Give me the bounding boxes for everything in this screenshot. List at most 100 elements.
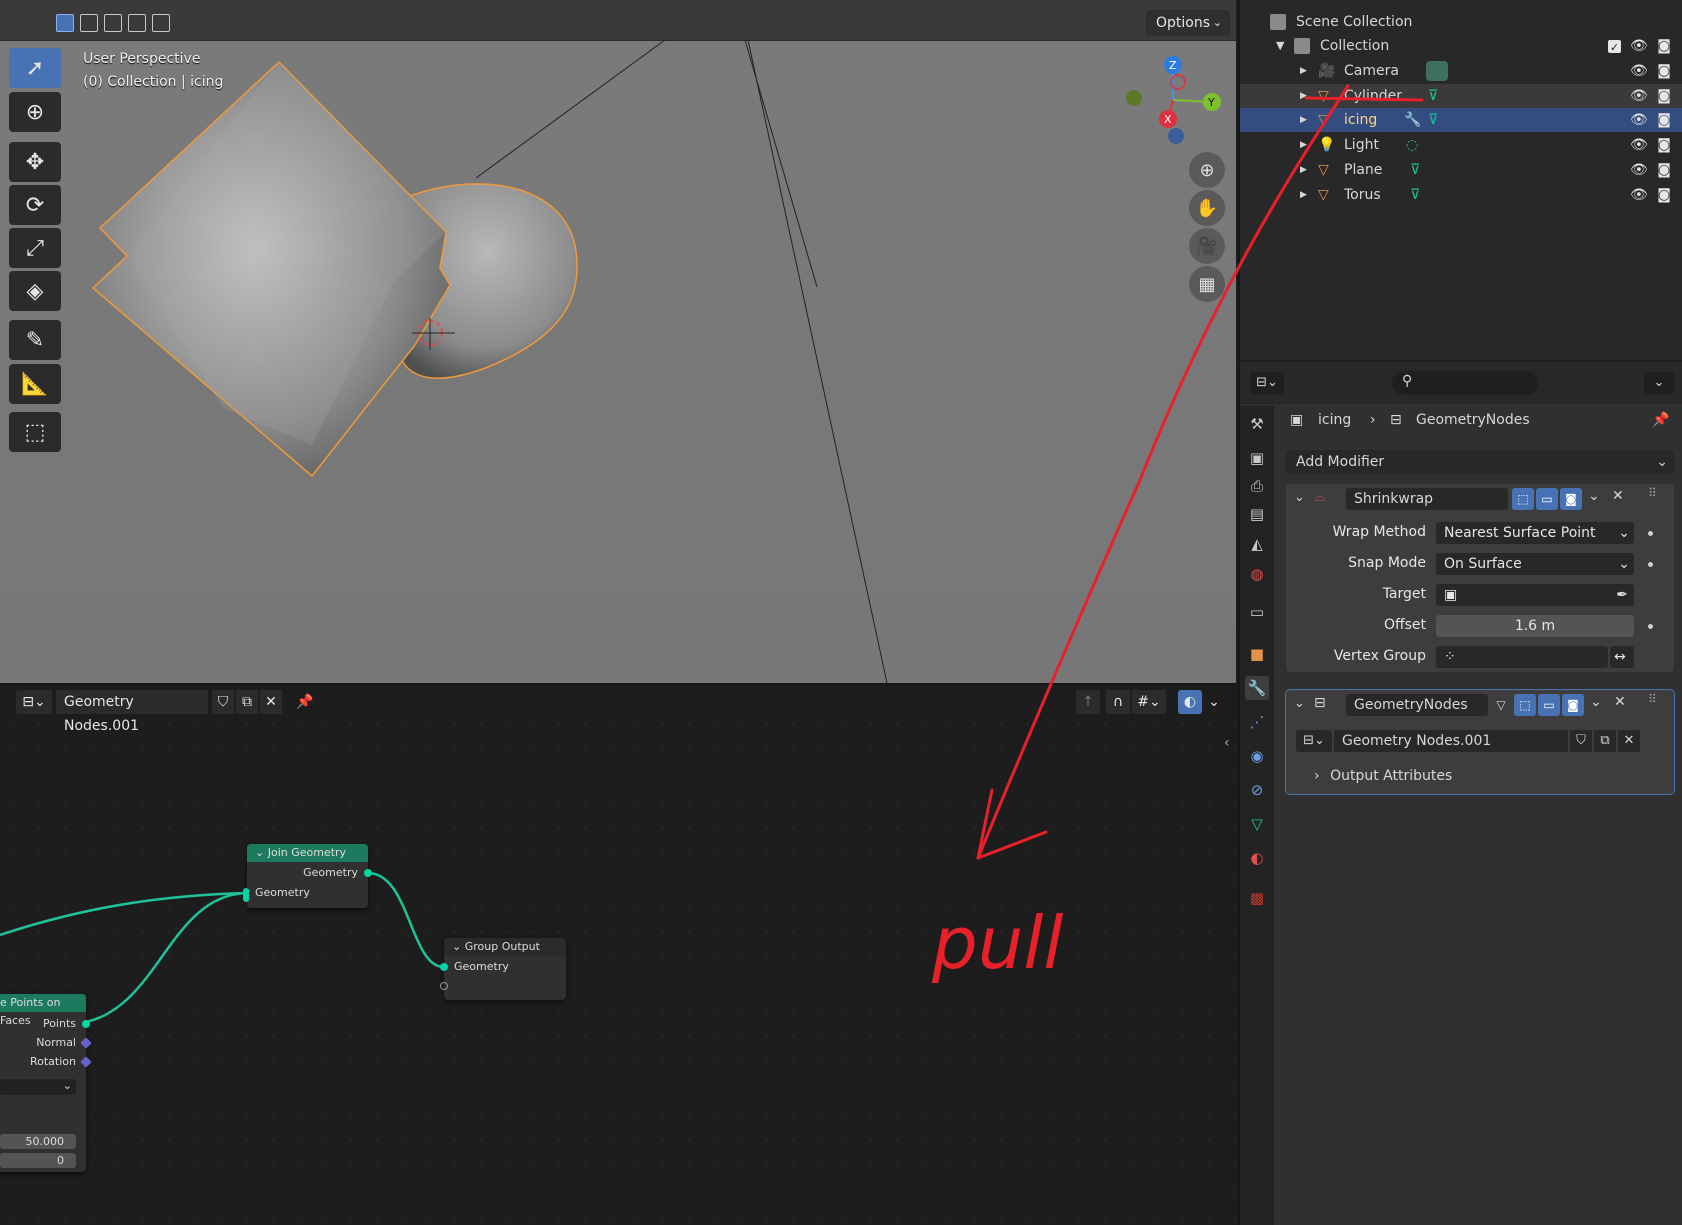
editor-type-dropdown[interactable]: ⊟⌄	[1250, 372, 1284, 394]
object-tab-icon[interactable]: ■	[1245, 642, 1269, 666]
drag-handle-icon[interactable]: ⠿	[1648, 486, 1657, 500]
join-input-socket[interactable]	[243, 888, 249, 902]
render-camera-icon[interactable]: ◙	[1656, 187, 1672, 203]
ortho-toggle-button[interactable]: ▦	[1189, 266, 1225, 302]
zoom-button[interactable]: ⊕	[1189, 152, 1225, 188]
join-geometry-header[interactable]: ⌄ Join Geometry	[247, 844, 368, 862]
texture-tab-icon[interactable]: ▩	[1245, 886, 1269, 910]
cursor-tool[interactable]: ⊕	[9, 92, 61, 132]
collection-row[interactable]: ▼ Collection ✓ 👁 ◙	[1240, 34, 1682, 58]
node-editor[interactable]: ⊟⌄ Geometry Nodes.001 ⛉ ⧉ ✕ 📌 ↑ ∩ #⌄ ◐ ⌄…	[0, 685, 1236, 1225]
viewport-toggle-icon[interactable]: ▭	[1538, 694, 1560, 716]
collection-tab-icon[interactable]: ▭	[1245, 600, 1269, 624]
transform-tool[interactable]: ◈	[9, 271, 61, 311]
outliner[interactable]: Scene Collection ▼ Collection ✓ 👁 ◙ ▶ 🎥 …	[1238, 0, 1682, 360]
close-icon[interactable]: ✕	[1614, 694, 1626, 710]
eye-icon[interactable]: 👁	[1630, 63, 1648, 79]
fake-user-button[interactable]: ⛉	[1570, 730, 1592, 752]
render-camera-icon[interactable]: ◙	[1656, 38, 1672, 54]
eye-icon[interactable]: 👁	[1630, 112, 1648, 128]
camera-view-button[interactable]: 🎥	[1189, 228, 1225, 264]
world-tab-icon[interactable]: ◍	[1245, 562, 1269, 586]
checkbox-icon[interactable]: ✓	[1608, 40, 1621, 54]
join-output-socket[interactable]	[364, 869, 372, 877]
options-dropdown[interactable]: ⌄	[1644, 372, 1674, 394]
group-output-node[interactable]: ⌄ Group Output Geometry	[440, 938, 566, 1000]
distribute-points-node[interactable]: e Points on Faces Points Normal Rotation…	[0, 994, 92, 1172]
target-field[interactable]: ▣ ✒	[1436, 584, 1634, 606]
render-tab-icon[interactable]: ▣	[1245, 446, 1269, 470]
chevron-down-icon[interactable]: ⌄	[1294, 696, 1305, 711]
drag-handle-icon[interactable]: ⠿	[1648, 692, 1657, 706]
points-output-socket[interactable]	[82, 1020, 90, 1028]
group-output-socket[interactable]	[440, 963, 448, 971]
expand-triangle-icon[interactable]: ▶	[1300, 183, 1307, 207]
eye-icon[interactable]: 👁	[1630, 137, 1648, 153]
offset-field[interactable]: 1.6 m	[1436, 615, 1634, 637]
chevron-down-icon[interactable]: ⌄	[1294, 490, 1305, 505]
mesh-data-icon[interactable]: ⊽	[1428, 112, 1444, 128]
editmode-toggle-icon[interactable]: ⬚	[1512, 488, 1534, 510]
3d-viewport[interactable]: Options ⌄ User Perspective (0) Collectio…	[0, 0, 1236, 685]
wrap-method-dropdown[interactable]: Nearest Surface Point ⌄	[1436, 522, 1634, 544]
keyframe-dot[interactable]	[1648, 562, 1653, 567]
keyframe-dot[interactable]	[1648, 531, 1653, 536]
navigation-gizmo[interactable]: Z Y X	[1120, 52, 1230, 152]
sidebar-toggle-icon[interactable]: ‹	[1224, 735, 1230, 751]
constraints-tab-icon[interactable]: ⊘	[1245, 778, 1269, 802]
chevron-down-icon[interactable]: ⌄	[1590, 694, 1602, 710]
outliner-item-camera[interactable]: ▶ 🎥 Camera 👁 ◙	[1240, 59, 1682, 83]
properties-search-input[interactable]: ⚲	[1392, 371, 1538, 395]
mesh-data-icon[interactable]: ⊽	[1410, 187, 1426, 203]
pin-icon[interactable]: 📌	[1652, 406, 1669, 434]
outliner-item-cylinder[interactable]: ▶ ▽ Cylinder ⊽ 👁 ◙	[1240, 84, 1682, 108]
measure-tool[interactable]: 📐	[9, 364, 61, 404]
eye-icon[interactable]: 👁	[1630, 187, 1648, 203]
node-group-field[interactable]: Geometry Nodes.001	[1334, 730, 1568, 752]
expand-triangle-icon[interactable]: ▼	[1276, 34, 1284, 58]
shrinkwrap-name-field[interactable]: Shrinkwrap	[1346, 488, 1508, 510]
scene-tab-icon[interactable]: ◭	[1245, 532, 1269, 556]
render-camera-icon[interactable]: ◙	[1656, 88, 1672, 104]
outliner-item-torus[interactable]: ▶ ▽ Torus ⊽ 👁 ◙	[1240, 183, 1682, 207]
expand-triangle-icon[interactable]: ▶	[1300, 158, 1307, 182]
render-toggle-icon[interactable]: ◙	[1562, 694, 1584, 716]
physics-tab-icon[interactable]: ◉	[1245, 744, 1269, 768]
scene-collection-row[interactable]: Scene Collection	[1240, 10, 1682, 34]
move-tool[interactable]: ✥	[9, 142, 61, 182]
distribute-points-header[interactable]: e Points on Faces	[0, 994, 86, 1027]
mesh-data-icon[interactable]: ⊽	[1428, 88, 1444, 104]
viewport-toggle-icon[interactable]: ▭	[1536, 488, 1558, 510]
distribute-method-dropdown[interactable]: ⌄	[0, 1079, 76, 1095]
render-camera-icon[interactable]: ◙	[1656, 112, 1672, 128]
outliner-item-plane[interactable]: ▶ ▽ Plane ⊽ 👁 ◙	[1240, 158, 1682, 182]
chevron-down-icon[interactable]: ⌄	[1588, 488, 1600, 504]
view-layer-tab-icon[interactable]: ▤	[1245, 502, 1269, 526]
duplicate-button[interactable]: ⧉	[1594, 730, 1616, 752]
outliner-item-icing[interactable]: ▶ ▽ icing 🔧 ⊽ 👁 ◙	[1240, 108, 1682, 132]
cage-toggle-icon[interactable]: ▽	[1490, 694, 1512, 716]
particles-tab-icon[interactable]: ⋰	[1245, 710, 1269, 734]
eye-icon[interactable]: 👁	[1630, 88, 1648, 104]
output-tab-icon[interactable]: ⎙	[1245, 474, 1269, 498]
node-group-browse-dropdown[interactable]: ⊟⌄	[1296, 730, 1332, 752]
pan-button[interactable]: ✋	[1189, 190, 1225, 226]
close-icon[interactable]: ✕	[1612, 488, 1624, 504]
outliner-item-light[interactable]: ▶ 💡 Light ◌ 👁 ◙	[1240, 133, 1682, 157]
add-cube-tool[interactable]: ⬚	[9, 412, 61, 452]
camera-data-icon[interactable]	[1426, 61, 1448, 81]
expand-triangle-icon[interactable]: ▶	[1300, 133, 1307, 157]
geometry-nodes-name-field[interactable]: GeometryNodes	[1346, 694, 1488, 716]
mesh-data-icon[interactable]: ⊽	[1410, 162, 1426, 178]
scale-tool[interactable]: ⤢	[9, 228, 61, 268]
rotate-tool[interactable]: ⟳	[9, 185, 61, 225]
select-box-tool[interactable]: ➚	[9, 48, 61, 88]
material-tab-icon[interactable]: ◐	[1245, 846, 1269, 870]
output-attributes-subpanel[interactable]: › Output Attributes	[1314, 768, 1452, 784]
eye-icon[interactable]: 👁	[1630, 38, 1648, 54]
expand-triangle-icon[interactable]: ▶	[1300, 84, 1307, 108]
eye-icon[interactable]: 👁	[1630, 162, 1648, 178]
vertex-group-field[interactable]: ⁘	[1436, 646, 1608, 668]
data-tab-icon[interactable]: ▽	[1245, 812, 1269, 836]
invert-vertex-group-button[interactable]: ↔	[1610, 646, 1634, 668]
